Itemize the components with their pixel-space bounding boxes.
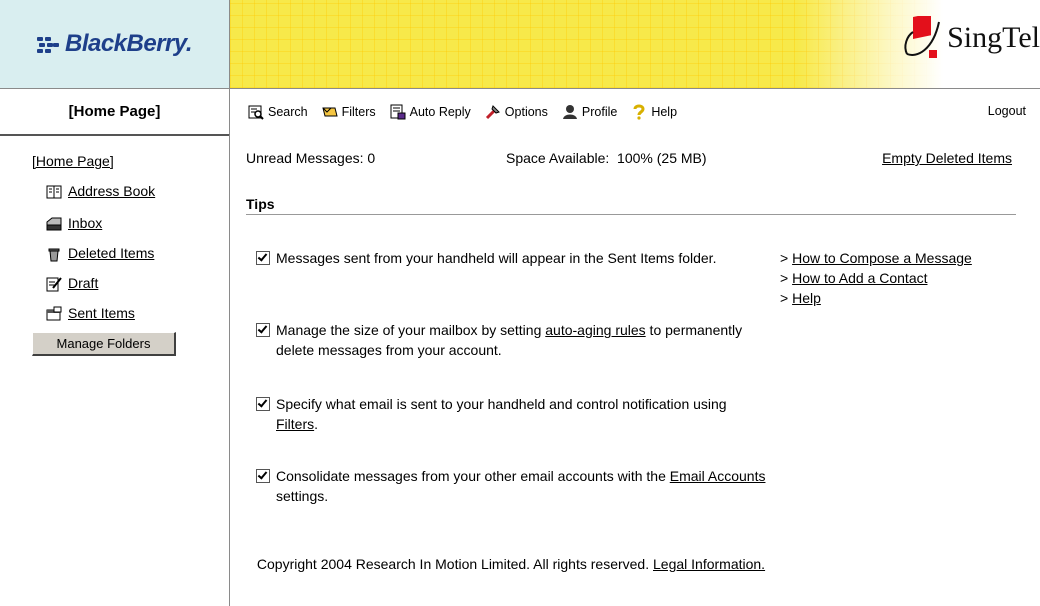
toolbar: Search Filters Auto Reply Options Profil… bbox=[230, 89, 1040, 134]
toolbar-auto-reply-label: Auto Reply bbox=[409, 104, 471, 119]
header: BlackBerry. SingTel bbox=[0, 0, 1040, 89]
sidebar-item-label: Inbox bbox=[68, 215, 103, 231]
tip-text: Consolidate messages from your other ema… bbox=[276, 468, 766, 504]
quick-links: > How to Compose a Message > How to Add … bbox=[780, 248, 972, 308]
logout-link[interactable]: Logout bbox=[988, 104, 1026, 118]
checkmark-icon bbox=[256, 469, 270, 483]
sent-items-icon bbox=[46, 306, 62, 321]
checkmark-icon bbox=[256, 397, 270, 411]
sidebar-item-deleted-items[interactable]: Deleted Items bbox=[46, 245, 154, 262]
quick-link-item: > How to Compose a Message bbox=[780, 250, 972, 266]
tip-item: Specify what email is sent to your handh… bbox=[256, 394, 766, 434]
manage-folders-button[interactable]: Manage Folders bbox=[32, 332, 176, 356]
tip-text: Manage the size of your mailbox by setti… bbox=[276, 322, 743, 358]
toolbar-search-button[interactable]: Search bbox=[248, 104, 308, 120]
toolbar-filters-label: Filters bbox=[341, 104, 376, 119]
auto-reply-icon bbox=[390, 104, 406, 119]
how-to-add-contact-link[interactable]: How to Add a Contact bbox=[792, 270, 927, 286]
sidebar-item-inbox[interactable]: Inbox bbox=[46, 215, 102, 232]
options-icon bbox=[485, 104, 500, 119]
filters-link[interactable]: Filters bbox=[276, 416, 314, 432]
tip-text: Specify what email is sent to your handh… bbox=[276, 396, 727, 432]
help-link[interactable]: Help bbox=[792, 290, 821, 306]
filters-icon bbox=[321, 107, 338, 116]
toolbar-auto-reply-button[interactable]: Auto Reply bbox=[390, 104, 471, 120]
tip-item: Consolidate messages from your other ema… bbox=[256, 466, 766, 506]
space-available: Space Available: 100% (25 MB) bbox=[506, 150, 707, 166]
quick-link-item: > Help bbox=[780, 290, 821, 306]
draft-icon bbox=[46, 277, 62, 292]
singtel-logo: SingTel bbox=[899, 16, 1040, 60]
toolbar-options-button[interactable]: Options bbox=[485, 104, 548, 120]
sidebar-item-label: Deleted Items bbox=[68, 245, 155, 261]
search-icon bbox=[248, 105, 264, 120]
checkmark-icon bbox=[256, 323, 270, 337]
toolbar-search-label: Search bbox=[268, 104, 308, 119]
profile-icon bbox=[562, 104, 577, 119]
tips-heading: Tips bbox=[246, 196, 275, 212]
auto-aging-rules-link[interactable]: auto-aging rules bbox=[545, 322, 645, 338]
blackberry-logo: BlackBerry. bbox=[0, 0, 230, 88]
toolbar-help-label: Help bbox=[651, 104, 678, 119]
quick-link-item: > How to Add a Contact bbox=[780, 270, 928, 286]
address-book-icon bbox=[46, 185, 62, 199]
sidebar: [Home Page] Address Book Inbox Deleted I… bbox=[0, 135, 230, 606]
blackberry-dots-icon bbox=[36, 37, 59, 53]
singtel-logo-text: SingTel bbox=[947, 21, 1040, 54]
header-banner: SingTel bbox=[230, 0, 1040, 88]
sidebar-item-label: Draft bbox=[68, 275, 99, 291]
legal-information-link[interactable]: Legal Information. bbox=[653, 556, 765, 572]
how-to-compose-link[interactable]: How to Compose a Message bbox=[792, 250, 972, 266]
email-accounts-link[interactable]: Email Accounts bbox=[670, 468, 766, 484]
sidebar-home-link[interactable]: [Home Page] bbox=[32, 153, 114, 169]
empty-deleted-items-link[interactable]: Empty Deleted Items bbox=[882, 150, 1012, 166]
tip-text: Messages sent from your handheld will ap… bbox=[276, 250, 717, 266]
toolbar-options-label: Options bbox=[504, 104, 548, 119]
blackberry-logo-text: BlackBerry. bbox=[64, 30, 193, 57]
toolbar-help-button[interactable]: Help bbox=[631, 104, 677, 120]
copyright-text: Copyright 2004 Research In Motion Limite… bbox=[256, 556, 653, 572]
singtel-mark-icon bbox=[904, 16, 941, 58]
deleted-items-icon bbox=[48, 248, 60, 262]
sidebar-item-address-book[interactable]: Address Book bbox=[46, 183, 155, 200]
sidebar-item-draft[interactable]: Draft bbox=[46, 275, 98, 292]
sidebar-item-label: Sent Items bbox=[68, 305, 135, 321]
current-page-label: [Home Page] bbox=[0, 89, 230, 136]
tips-divider bbox=[246, 214, 1016, 215]
toolbar-profile-label: Profile bbox=[581, 104, 618, 119]
sidebar-item-sent-items[interactable]: Sent Items bbox=[46, 305, 135, 322]
unread-messages-count: Unread Messages: 0 bbox=[246, 150, 376, 166]
checkmark-icon bbox=[256, 251, 270, 265]
toolbar-profile-button[interactable]: Profile bbox=[562, 104, 617, 120]
sidebar-item-label: Address Book bbox=[68, 183, 156, 199]
tip-item: Manage the size of your mailbox by setti… bbox=[256, 320, 766, 360]
tip-item: Messages sent from your handheld will ap… bbox=[256, 248, 766, 268]
help-icon bbox=[633, 104, 645, 120]
inbox-icon bbox=[46, 217, 62, 231]
copyright-footer: Copyright 2004 Research In Motion Limite… bbox=[246, 554, 776, 574]
toolbar-filters-button[interactable]: Filters bbox=[321, 104, 376, 120]
